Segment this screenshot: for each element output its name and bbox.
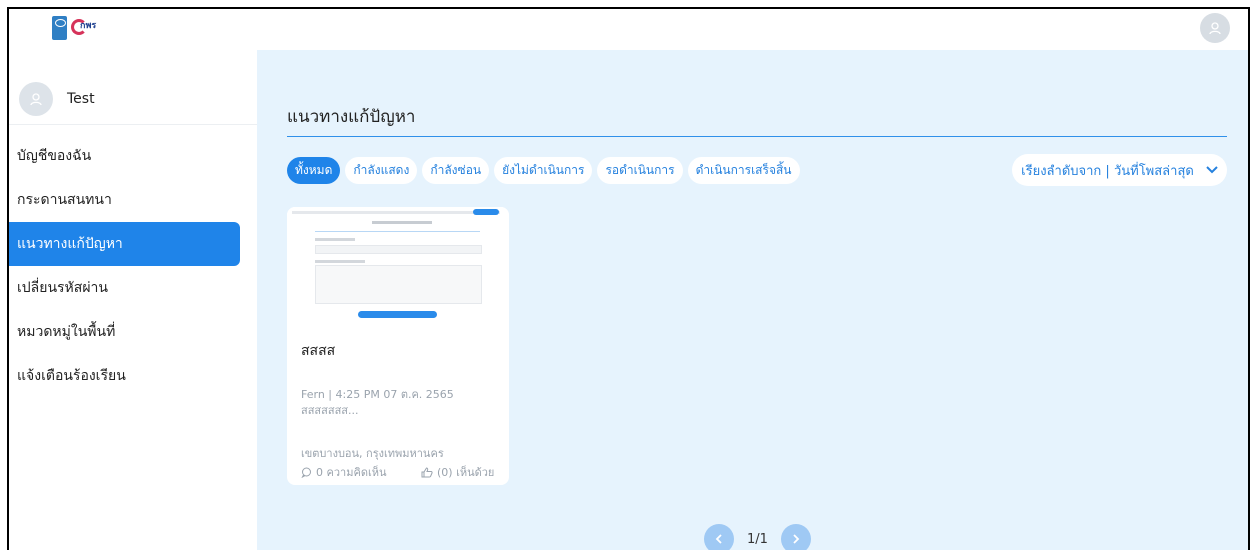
org-logo-icon: กพร — [70, 18, 100, 38]
card-excerpt: สสสสสสส... — [301, 404, 359, 417]
sort-label: เรียงลำดับจาก | วันที่โพสล่าสุด — [1021, 163, 1194, 179]
card-location: เขตบางบอน, กรุงเทพมหานคร — [301, 447, 444, 460]
avatar — [19, 82, 53, 116]
sidebar-item-change-password[interactable]: เปลี่ยนรหัสผ่าน — [9, 266, 240, 310]
filter-tabs: ทั้งหมด กำลังแสดง กำลังซ่อน ยังไม่ดำเนิน… — [287, 157, 800, 184]
prev-page-button[interactable] — [704, 524, 734, 550]
chevron-down-icon — [1206, 166, 1218, 174]
filter-all[interactable]: ทั้งหมด — [287, 157, 341, 184]
logo-text: กพร — [80, 21, 97, 31]
user-icon — [1209, 22, 1221, 35]
card-thumbnail — [287, 207, 509, 329]
sidebar-item-area-categories[interactable]: หมวดหมู่ในพื้นที่ — [9, 310, 240, 354]
page-title: แนวทางแก้ปัญหา — [287, 107, 416, 127]
sort-dropdown[interactable]: เรียงลำดับจาก | วันที่โพสล่าสุด — [1012, 154, 1227, 186]
top-bar: กพร — [9, 9, 1248, 51]
undp-logo-icon — [52, 16, 67, 40]
user-menu-button[interactable] — [1200, 13, 1230, 43]
sidebar-nav: บัญชีของฉัน กระดานสนทนา แนวทางแก้ปัญหา เ… — [9, 134, 240, 398]
logo[interactable]: กพร — [52, 16, 100, 40]
user-name: Test — [67, 91, 95, 107]
sidebar-item-my-account[interactable]: บัญชีของฉัน — [9, 134, 240, 178]
sidebar-item-complaint-notifications[interactable]: แจ้งเตือนร้องเรียน — [9, 354, 240, 398]
main-content: แนวทางแก้ปัญหา ทั้งหมด กำลังแสดง กำลังซ่… — [257, 50, 1248, 550]
filter-pending[interactable]: รอดำเนินการ — [597, 157, 683, 184]
filter-hidden[interactable]: กำลังซ่อน — [422, 157, 490, 184]
sidebar-user: Test — [19, 82, 95, 116]
meta-separator: | — [328, 388, 336, 401]
thumbs-up-icon — [421, 466, 433, 477]
filter-showing[interactable]: กำลังแสดง — [345, 157, 418, 184]
agree-button[interactable]: (0) เห็นด้วย — [421, 463, 494, 481]
sidebar: Test บัญชีของฉัน กระดานสนทนา แนวทางแก้ปั… — [9, 50, 258, 550]
divider — [9, 124, 257, 125]
app-window: กพร Test บัญชีของฉัน กระดานสนทนา แนวทางแ… — [7, 7, 1250, 550]
page-indicator: 1/1 — [747, 531, 768, 547]
chevron-right-icon — [793, 534, 800, 544]
comments-button[interactable]: 0 ความคิดเห็น — [301, 463, 387, 481]
solution-card[interactable]: สสสส Fern | 4:25 PM 07 ต.ค. 2565 สสสสสสส… — [287, 207, 509, 485]
filter-not-started[interactable]: ยังไม่ดำเนินการ — [494, 157, 593, 184]
comments-count: 0 ความคิดเห็น — [316, 466, 387, 479]
card-author: Fern — [301, 388, 325, 401]
sidebar-item-solutions[interactable]: แนวทางแก้ปัญหา — [9, 222, 240, 266]
card-date: 4:25 PM 07 ต.ค. 2565 — [335, 388, 454, 401]
filter-completed[interactable]: ดำเนินการเสร็จสิ้น — [687, 157, 800, 184]
card-title: สสสส — [301, 343, 336, 359]
agree-count: (0) เห็นด้วย — [437, 466, 495, 479]
sidebar-item-discussion-board[interactable]: กระดานสนทนา — [9, 178, 240, 222]
comment-icon — [301, 467, 311, 478]
user-icon — [30, 93, 42, 106]
title-divider — [287, 136, 1227, 137]
pagination: 1/1 — [704, 524, 811, 550]
next-page-button[interactable] — [780, 524, 811, 550]
chevron-left-icon — [715, 534, 722, 544]
